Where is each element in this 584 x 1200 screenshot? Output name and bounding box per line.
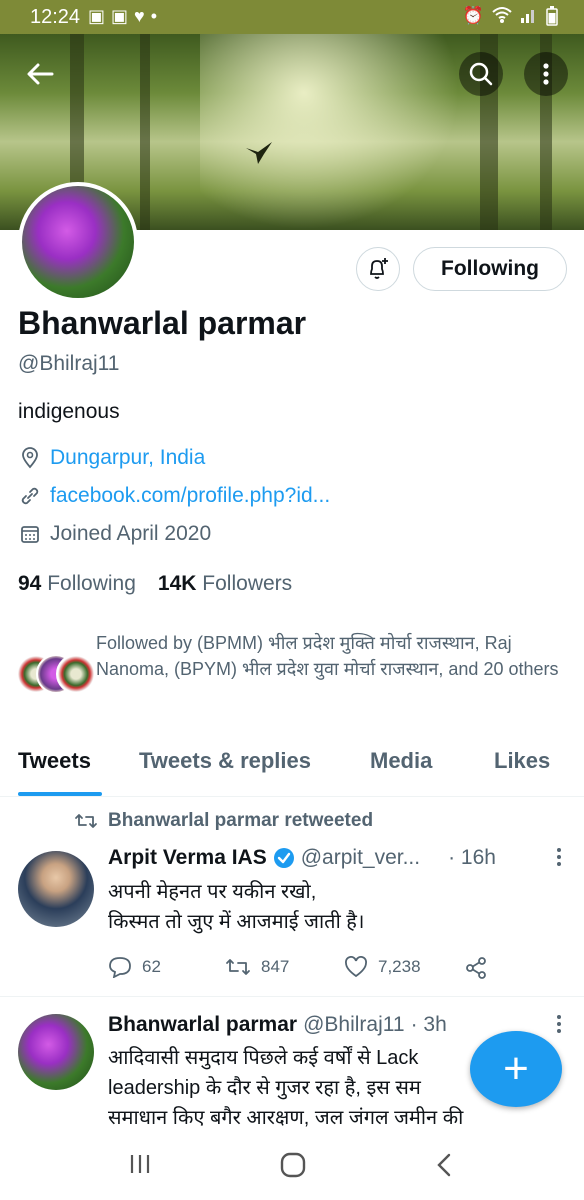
home-button[interactable] (280, 1152, 306, 1183)
like-button[interactable]: 7,238 (344, 956, 421, 978)
signal-icon (520, 6, 538, 31)
more-vertical-icon (557, 848, 561, 866)
retweet-icon (226, 959, 250, 975)
back-button[interactable] (18, 52, 62, 96)
tab-tweets[interactable]: Tweets (18, 748, 91, 774)
followers-count: 14K (157, 572, 197, 595)
tab-likes[interactable]: Likes (494, 748, 550, 774)
calendar-icon (18, 522, 42, 546)
retweet-indicator: Bhanwarlal parmar retweeted (74, 810, 373, 832)
retweet-label: Bhanwarlal parmar retweeted (108, 810, 374, 831)
active-tab-indicator (18, 792, 102, 796)
alarm-icon: ⏰ (462, 6, 484, 25)
reply-icon (109, 957, 131, 978)
avatar[interactable] (18, 851, 94, 927)
tweet-author-handle: @arpit_ver... (300, 846, 421, 869)
tweet-time: · 16h (448, 846, 496, 869)
avatar[interactable] (18, 1014, 94, 1090)
tweet-author-name[interactable]: Arpit Verma IAS (108, 846, 267, 870)
retweet-icon (75, 814, 97, 828)
tweet-author-name[interactable]: Bhanwarlal parmar (108, 1013, 297, 1037)
bird-icon (246, 142, 272, 164)
following-label: Following (47, 572, 136, 595)
tab-tweets-replies[interactable]: Tweets & replies (139, 748, 311, 774)
reply-button[interactable]: 62 (108, 956, 161, 978)
dot-icon: • (150, 6, 158, 26)
location-pin-icon (18, 446, 42, 470)
tweet-actions: 62 847 7,238 (108, 956, 568, 982)
follow-counts: 94 Following 14K Followers (18, 572, 292, 596)
heart-icon (345, 956, 367, 978)
tweet-text-line: अपनी मेहनत पर यकीन रखो, (108, 881, 317, 903)
tweet-header: Arpit Verma IAS @arpit_ver... · 16h (108, 846, 496, 870)
recent-apps-button[interactable] (128, 1152, 152, 1181)
profile-website-link[interactable]: facebook.com/profile.php?id... (50, 484, 330, 508)
tweet-text-line: समाधान किए बगैर आरक्षण, जल जंगल जमीन की (108, 1107, 464, 1129)
recent-apps-icon (130, 1155, 150, 1173)
profile-avatar[interactable] (18, 182, 138, 302)
tweet-more-button[interactable] (556, 1013, 562, 1041)
profile-name: Bhanwarlal parmar (18, 305, 307, 341)
reply-count: 62 (142, 957, 161, 976)
following-button[interactable]: Following (413, 247, 567, 291)
like-count: 7,238 (378, 957, 421, 976)
banner-light (200, 34, 460, 230)
banner-tree (140, 34, 150, 230)
link-icon (18, 484, 42, 508)
following-count-link[interactable]: 94 Following (18, 572, 136, 596)
following-count: 94 (18, 572, 42, 595)
profile-website-row: facebook.com/profile.php?id... (18, 484, 330, 508)
more-vertical-icon (543, 63, 549, 85)
system-nav-bar (0, 1136, 584, 1200)
followers-count-link[interactable]: 14K Followers (158, 572, 292, 596)
tweet-author-handle: @Bhilraj11 (303, 1013, 405, 1036)
status-time: 12:24 (30, 6, 81, 28)
plus-icon: + (503, 1044, 529, 1093)
back-arrow-icon (27, 63, 54, 85)
followed-by-avatars[interactable] (16, 654, 96, 694)
avatar (56, 654, 96, 694)
tweet-divider (0, 996, 584, 997)
profile-tabs: Tweets Tweets & replies Media Likes (0, 740, 584, 797)
tweet-header: Bhanwarlal parmar @Bhilraj11 · 3h (108, 1013, 447, 1037)
home-icon (280, 1152, 306, 1178)
search-button[interactable] (459, 52, 503, 96)
retweet-count: 847 (261, 957, 290, 976)
status-left-icons: ▣ ▣ ♥ • (88, 6, 157, 27)
compose-tweet-button[interactable]: + (470, 1031, 562, 1107)
tweet-text: अपनी मेहनत पर यकीन रखो, किस्मत तो जुए मे… (108, 877, 568, 937)
profile-location-row: Dungarpur, India (18, 446, 205, 470)
profile-location[interactable]: Dungarpur, India (50, 446, 205, 470)
bell-plus-icon (370, 258, 388, 279)
battery-icon (546, 6, 558, 31)
app-icon: ▣ (88, 6, 106, 26)
profile-joined-row: Joined April 2020 (18, 522, 211, 546)
chevron-left-icon (437, 1153, 451, 1177)
search-icon (469, 62, 493, 86)
followers-label: Followers (202, 572, 293, 595)
more-vertical-icon (557, 1015, 561, 1033)
profile-bio: indigenous (18, 400, 120, 423)
notifications-bell-button[interactable] (356, 247, 400, 291)
followed-by-text[interactable]: Followed by (BPMM) भील प्रदेश मुक्ति मोर… (96, 630, 566, 682)
more-options-button[interactable] (524, 52, 568, 96)
profile-joined: Joined April 2020 (50, 522, 212, 545)
retweet-button[interactable]: 847 (225, 956, 289, 978)
status-right-icons: ⏰ (463, 6, 558, 31)
tweet-more-button[interactable] (556, 846, 562, 874)
heart-icon: ♥ (134, 6, 145, 26)
share-icon (466, 957, 486, 979)
wifi-icon (492, 6, 512, 31)
app-icon: ▣ (111, 6, 129, 26)
verified-badge-icon (273, 848, 294, 868)
tab-media[interactable]: Media (370, 748, 432, 774)
back-nav-button[interactable] (434, 1152, 454, 1183)
profile-handle: @Bhilraj11 (18, 352, 120, 375)
tweet-text-line: किस्मत तो जुए में आजमाई जाती है। (108, 911, 365, 933)
tweet-time: · 3h (410, 1013, 447, 1036)
status-bar: 12:24 ▣ ▣ ♥ • ⏰ (0, 0, 584, 34)
share-button[interactable] (464, 956, 488, 980)
